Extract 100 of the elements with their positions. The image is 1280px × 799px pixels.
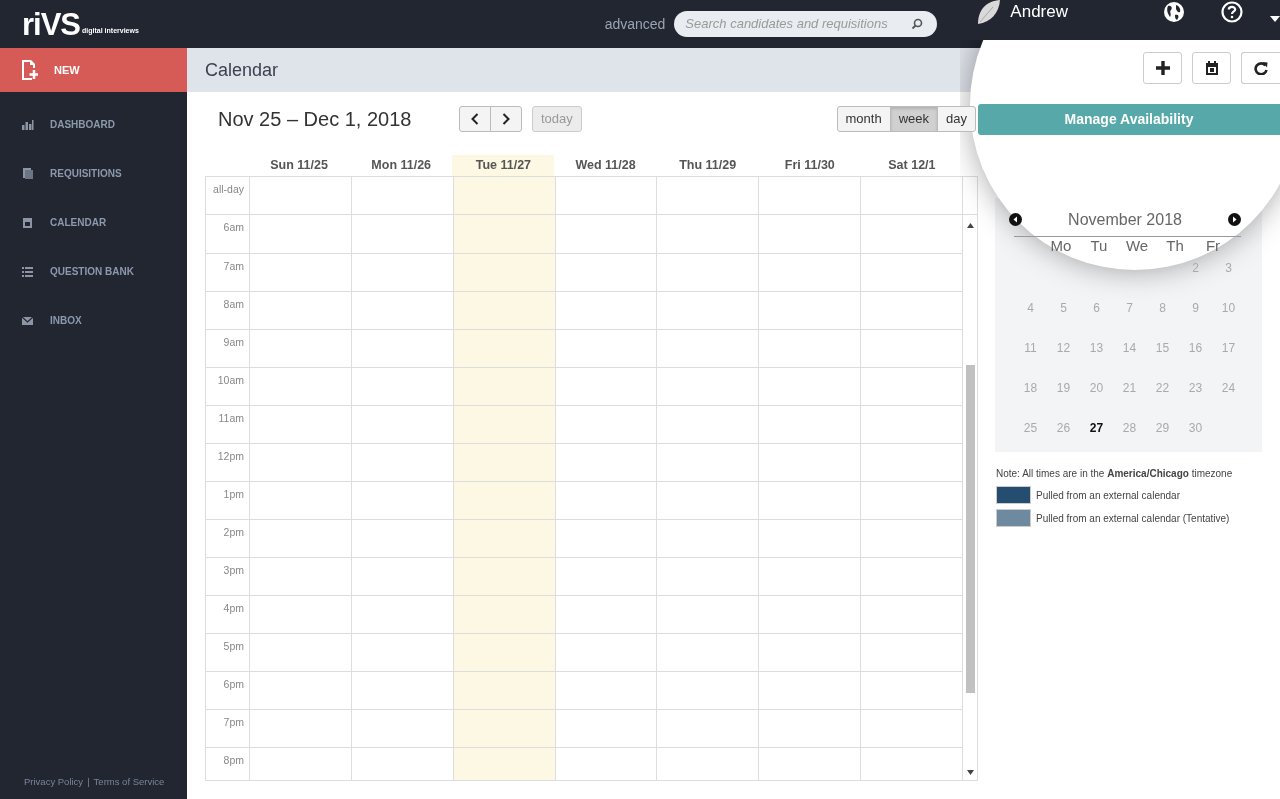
time-label: 11am [217, 411, 245, 426]
view-tab[interactable]: month [836, 106, 891, 132]
legend-label: Pulled from an external calendar (Tentative) [1036, 511, 1230, 526]
day-number[interactable]: 20 [1080, 379, 1113, 397]
sidebar-item[interactable]: QUESTION BANK [0, 247, 187, 296]
day-number[interactable]: 5 [1047, 299, 1080, 317]
weekday-label: Mo [1049, 237, 1073, 256]
previous-month-icon[interactable] [1009, 213, 1022, 226]
day-column-header: Thu 11/29 [678, 157, 738, 174]
day-number[interactable]: 22 [1146, 379, 1179, 397]
advanced-link[interactable]: advanced [604, 13, 666, 35]
time-label: 2pm [222, 525, 245, 540]
view-tab[interactable]: week [889, 106, 939, 132]
refresh-button[interactable] [1241, 52, 1280, 84]
sidebar-item[interactable]: DASHBOARD [0, 100, 187, 149]
day-column-header: Fri 11/30 [783, 157, 836, 174]
day-column-header: Tue 11/27 [452, 155, 555, 176]
calendar-button[interactable] [1192, 52, 1231, 84]
sidebar-item[interactable]: INBOX [0, 296, 187, 345]
link-separator: | [87, 774, 90, 789]
previous-button[interactable] [459, 106, 491, 132]
day-column-header: Sat 12/1 [887, 157, 937, 174]
day-number[interactable]: 6 [1080, 299, 1113, 317]
day-number[interactable]: 30 [1179, 419, 1212, 437]
day-number[interactable]: 24 [1212, 379, 1245, 397]
new-button[interactable]: NEW [0, 48, 187, 92]
day-number[interactable]: 3 [1212, 259, 1245, 277]
day-number[interactable]: 13 [1080, 339, 1113, 357]
day-number[interactable]: 27 [1080, 419, 1113, 437]
new-document-icon [20, 59, 38, 81]
time-label: 12pm [216, 449, 245, 464]
time-label: 6pm [222, 677, 245, 692]
chevron-right-icon [502, 113, 510, 125]
time-label: 4pm [222, 601, 245, 616]
view-tab[interactable]: day [937, 106, 976, 132]
scrollbar-thumb[interactable] [966, 365, 975, 693]
day-number[interactable]: 14 [1113, 339, 1146, 357]
plus-icon [1155, 61, 1170, 75]
time-label: 7pm [222, 715, 245, 730]
day-number[interactable]: 12 [1047, 339, 1080, 357]
day-number[interactable]: 18 [1014, 379, 1047, 397]
search-field[interactable]: Search candidates and requisitions [674, 11, 938, 37]
date-range-title: Nov 25 – Dec 1, 2018 [218, 107, 413, 132]
all-day-label: all-day [212, 182, 245, 197]
day-number[interactable]: 21 [1113, 379, 1146, 397]
terms-link[interactable]: Terms of Service [93, 774, 165, 789]
bar-chart-icon [22, 118, 34, 131]
timezone-note: Note: All times are in the America/Chicago timezone [996, 467, 1234, 481]
day-number[interactable]: 26 [1047, 419, 1080, 437]
weekday-label: Th [1165, 237, 1185, 256]
day-number[interactable]: 7 [1113, 299, 1146, 317]
next-month-icon[interactable] [1228, 213, 1241, 226]
day-number[interactable]: 28 [1113, 419, 1146, 437]
day-number[interactable]: 10 [1212, 299, 1245, 317]
list-icon [22, 265, 34, 278]
privacy-link[interactable]: Privacy Policy [24, 774, 84, 789]
month-title: November 2018 [1068, 209, 1182, 230]
day-number[interactable]: 15 [1146, 339, 1179, 357]
leaf-avatar-icon[interactable] [975, 0, 1002, 25]
help-icon[interactable] [1221, 1, 1243, 23]
day-number[interactable]: 2 [1179, 259, 1212, 277]
chevron-left-icon [471, 113, 479, 125]
caret-icon[interactable] [1270, 15, 1280, 23]
sidebar-item[interactable]: REQUISITIONS [0, 149, 187, 198]
day-column-header: Mon 11/26 [370, 157, 433, 174]
time-label: 1pm [222, 487, 245, 502]
calendar-icon [1205, 61, 1218, 75]
time-label: 10am [216, 373, 245, 388]
weekday-label: Tu [1089, 237, 1109, 256]
day-number[interactable]: 29 [1146, 419, 1179, 437]
day-number[interactable]: 4 [1014, 299, 1047, 317]
day-number[interactable]: 8 [1146, 299, 1179, 317]
weekday-label: We [1124, 237, 1150, 256]
day-number[interactable]: 16 [1179, 339, 1212, 357]
time-label: 8pm [222, 753, 245, 768]
manage-availability-button[interactable]: Manage Availability [978, 104, 1280, 135]
time-label: 3pm [222, 563, 245, 578]
weekday-label: Fr [1204, 237, 1222, 256]
day-number[interactable]: 23 [1179, 379, 1212, 397]
day-number[interactable]: 25 [1014, 419, 1047, 437]
sidebar-item[interactable]: CALENDAR [0, 198, 187, 247]
legend-label: Pulled from an external calendar [1036, 488, 1180, 503]
time-label: 8am [222, 297, 245, 312]
day-column-header: Wed 11/28 [574, 157, 637, 174]
documents-icon [22, 167, 34, 180]
day-number[interactable]: 17 [1212, 339, 1245, 357]
refresh-icon [1254, 61, 1268, 75]
next-button[interactable] [490, 106, 522, 132]
day-number[interactable]: 19 [1047, 379, 1080, 397]
scroll-down-icon[interactable] [967, 770, 974, 775]
day-number[interactable]: 11 [1014, 339, 1047, 357]
globe-icon[interactable] [1163, 1, 1185, 23]
user-name[interactable]: Andrew [1010, 0, 1068, 25]
page-title: Calendar [204, 58, 279, 82]
add-button[interactable] [1143, 52, 1182, 84]
time-label: 6am [222, 220, 245, 235]
envelope-icon [22, 314, 34, 327]
scroll-up-icon[interactable] [967, 223, 974, 228]
logo[interactable]: riVS [22, 8, 81, 40]
day-number[interactable]: 9 [1179, 299, 1212, 317]
